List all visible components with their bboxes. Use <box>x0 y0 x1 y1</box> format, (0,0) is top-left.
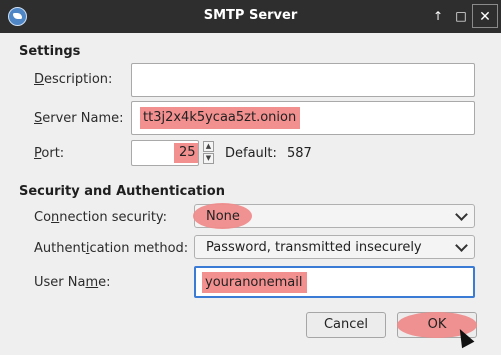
connection-security-label: Connection security: <box>34 210 168 225</box>
user-name-label: User Name: <box>34 275 111 290</box>
server-name-label: Server Name: <box>34 111 124 126</box>
description-input[interactable] <box>131 63 475 97</box>
settings-heading: Settings <box>19 44 81 59</box>
title-bar: SMTP Server ↑ □ ✕ <box>0 0 501 33</box>
window-title: SMTP Server <box>203 8 298 23</box>
default-port-value: 587 <box>287 146 312 161</box>
connection-security-select[interactable]: None <box>193 203 475 229</box>
default-port-label: Default: <box>225 146 277 161</box>
server-name-input[interactable]: tt3j2x4k5ycaa5zt.onion <box>131 101 475 135</box>
user-name-value: youranonemail <box>205 275 303 290</box>
chevron-down-icon <box>455 239 468 252</box>
close-icon[interactable]: ✕ <box>472 4 498 28</box>
connection-security-value: None <box>206 209 240 224</box>
authentication-method-value: Password, transmitted insecurely <box>206 240 422 255</box>
port-input[interactable]: 25 <box>131 140 199 166</box>
port-value: 25 <box>179 145 196 160</box>
security-heading: Security and Authentication <box>19 184 225 199</box>
authentication-method-select[interactable]: Password, transmitted insecurely <box>194 235 475 259</box>
user-name-input[interactable]: youranonemail <box>194 266 475 298</box>
up-arrow-icon[interactable]: ↑ <box>430 8 446 24</box>
port-increment-button[interactable]: ▲ <box>203 141 214 152</box>
chevron-down-icon <box>455 208 468 221</box>
cancel-button[interactable]: Cancel <box>306 312 386 338</box>
port-decrement-button[interactable]: ▼ <box>203 153 214 164</box>
ok-label: OK <box>427 317 447 332</box>
server-name-value: tt3j2x4k5ycaa5zt.onion <box>143 110 297 125</box>
port-label: Port: <box>34 146 65 161</box>
maximize-icon[interactable]: □ <box>453 8 469 24</box>
description-label: Description: <box>34 72 113 87</box>
authentication-method-label: Authentication method: <box>34 241 189 256</box>
